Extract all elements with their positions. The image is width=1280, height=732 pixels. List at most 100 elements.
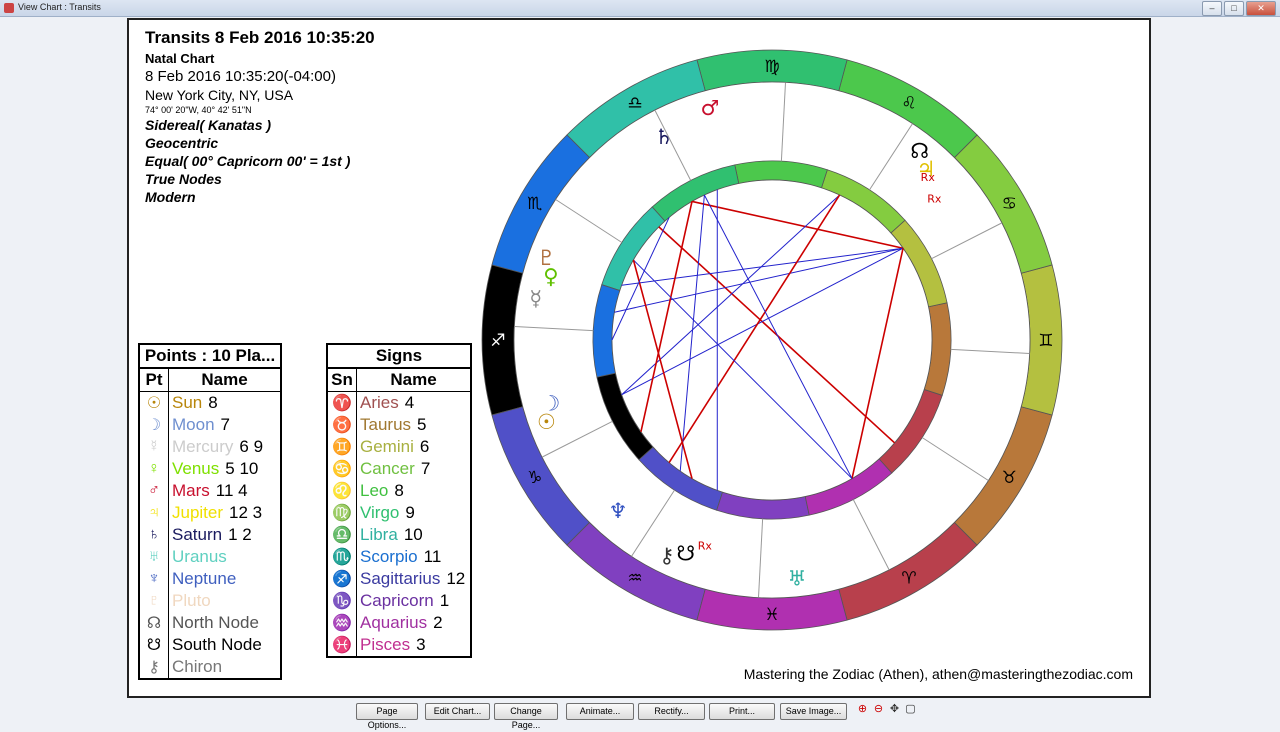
maximize-button[interactable]: □ <box>1224 1 1244 16</box>
zodiac-outer-segment <box>566 59 706 159</box>
zodiac-inner-segment <box>716 491 810 520</box>
planet-glyph-icon: ♃ <box>916 157 935 181</box>
point-name-cell: Pluto <box>168 590 282 612</box>
zodiac-inner-segment <box>651 164 740 222</box>
planet-glyph-icon: ☊ <box>910 139 929 163</box>
planet-glyph-icon: ☽ <box>541 391 560 415</box>
point-glyph-icon: ☽ <box>138 414 169 436</box>
sign-name-cell: Sagittarius 12 <box>356 568 472 590</box>
point-name: Chiron <box>172 657 223 676</box>
zodiac-outer-segment <box>953 406 1053 546</box>
planet-glyph-icon: ⚷ <box>659 544 674 568</box>
point-row: ♂ Mars 11 4 <box>138 480 282 502</box>
sign-name-cell: Capricorn 1 <box>356 590 472 612</box>
aspect-line <box>640 201 693 432</box>
setting-zodiac: Sidereal( Kanatas ) <box>145 117 272 133</box>
point-name-cell: Neptune <box>168 568 282 590</box>
close-button[interactable]: ✕ <box>1246 1 1276 16</box>
point-name: Jupiter <box>172 503 224 522</box>
retrograde-marker: Rx <box>921 171 936 184</box>
house-cusp-line <box>555 199 623 243</box>
sign-number: 8 <box>394 481 404 500</box>
point-name: Mercury <box>172 437 234 456</box>
sign-name: Cancer <box>360 459 415 478</box>
sign-glyph-icon: ♎ <box>326 524 357 546</box>
zodiac-inner-segment <box>601 206 666 292</box>
fit-icon[interactable]: ▢ <box>903 702 918 717</box>
signs-col-name: Name <box>356 368 472 392</box>
point-glyph-icon: ♇ <box>138 590 169 612</box>
point-number: 7 <box>220 415 230 434</box>
save-image-button[interactable]: Save Image... <box>780 703 847 720</box>
point-row: ☊ North Node <box>138 612 282 634</box>
zodiac-outer-segment <box>491 406 591 546</box>
change-page-button[interactable]: Change Page... <box>494 703 558 730</box>
pan-icon[interactable]: ✥ <box>887 702 902 717</box>
sign-name-cell: Gemini 6 <box>356 436 472 458</box>
sign-name: Capricorn <box>360 591 434 610</box>
zodiac-inner-segment <box>734 160 828 189</box>
zodiac-sign-icon: ♋ <box>1002 194 1017 214</box>
point-name-cell: Sun 8 <box>168 391 282 414</box>
zodiac-sign-icon: ♑ <box>527 468 542 488</box>
point-row: ♅ Uranus <box>138 546 282 568</box>
print-button[interactable]: Print... <box>709 703 775 720</box>
point-name-cell: South Node <box>168 634 282 656</box>
sign-name-cell: Leo 8 <box>356 480 472 502</box>
point-number: 1 2 <box>228 525 252 544</box>
zoom-out-icon[interactable]: ⊖ <box>871 702 886 717</box>
point-glyph-icon: ☋ <box>138 634 169 656</box>
sign-glyph-icon: ♊ <box>326 436 357 458</box>
animate-button[interactable]: Animate... <box>566 703 634 720</box>
house-cusp-line <box>514 325 594 332</box>
sign-row: ♒ Aquarius 2 <box>326 612 472 634</box>
aspect-line <box>621 247 904 396</box>
sign-name: Taurus <box>360 415 412 434</box>
sign-number: 10 <box>403 525 423 544</box>
rectify-button[interactable]: Rectify... <box>638 703 705 720</box>
point-row: ☽ Moon 7 <box>138 414 282 436</box>
point-glyph-icon: ♆ <box>138 568 169 590</box>
setting-modern: Modern <box>145 189 196 205</box>
house-cusp-line <box>780 82 787 162</box>
point-name-cell: Uranus <box>168 546 282 568</box>
point-glyph-icon: ♅ <box>138 546 169 568</box>
window-title: View Chart : Transits <box>18 2 101 12</box>
point-name-cell: Chiron <box>168 656 282 679</box>
point-glyph-icon: ♃ <box>138 502 169 524</box>
aspect-line <box>679 194 705 472</box>
point-glyph-icon: ♀ <box>138 458 169 480</box>
planet-glyph-icon: ☉ <box>537 410 556 434</box>
zodiac-sign-icon: ♐ <box>490 331 505 351</box>
house-cusp-line <box>931 222 1003 260</box>
sign-number: 2 <box>433 613 443 632</box>
zodiac-sign-icon: ♎ <box>627 94 642 114</box>
aspect-line <box>691 200 904 250</box>
point-name-cell: Venus 5 10 <box>168 458 282 480</box>
bottom-toolbar: Page Options... Edit Chart... Change Pag… <box>0 700 1280 730</box>
point-number: 6 9 <box>239 437 264 456</box>
sign-number: 4 <box>404 393 415 412</box>
sign-name-cell: Libra 10 <box>356 524 472 546</box>
retrograde-marker: Rx <box>698 540 713 553</box>
point-name: Sun <box>172 393 203 412</box>
minimize-button[interactable]: – <box>1202 1 1222 16</box>
sign-number: 12 <box>446 569 466 588</box>
aspect-line <box>633 259 853 479</box>
point-row: ♄ Saturn 1 2 <box>138 524 282 546</box>
point-name: Venus <box>172 459 220 478</box>
signs-caption: Signs <box>326 344 472 369</box>
page-options-button[interactable]: Page Options... <box>356 703 418 730</box>
transit-ring <box>513 81 1031 599</box>
sign-glyph-icon: ♓ <box>326 634 357 657</box>
sign-number: 1 <box>439 591 450 610</box>
point-row: ♇ Pluto <box>138 590 282 612</box>
planet-glyph-icon: ☿ <box>529 286 542 310</box>
sign-name: Leo <box>360 481 389 500</box>
edit-chart-button[interactable]: Edit Chart... <box>425 703 490 720</box>
zoom-in-icon[interactable]: ⊕ <box>855 702 870 717</box>
title-bar: View Chart : Transits – □ ✕ <box>0 0 1280 17</box>
sign-number: 6 <box>419 437 430 456</box>
sign-number: 11 <box>423 547 442 566</box>
sign-name-cell: Cancer 7 <box>356 458 472 480</box>
